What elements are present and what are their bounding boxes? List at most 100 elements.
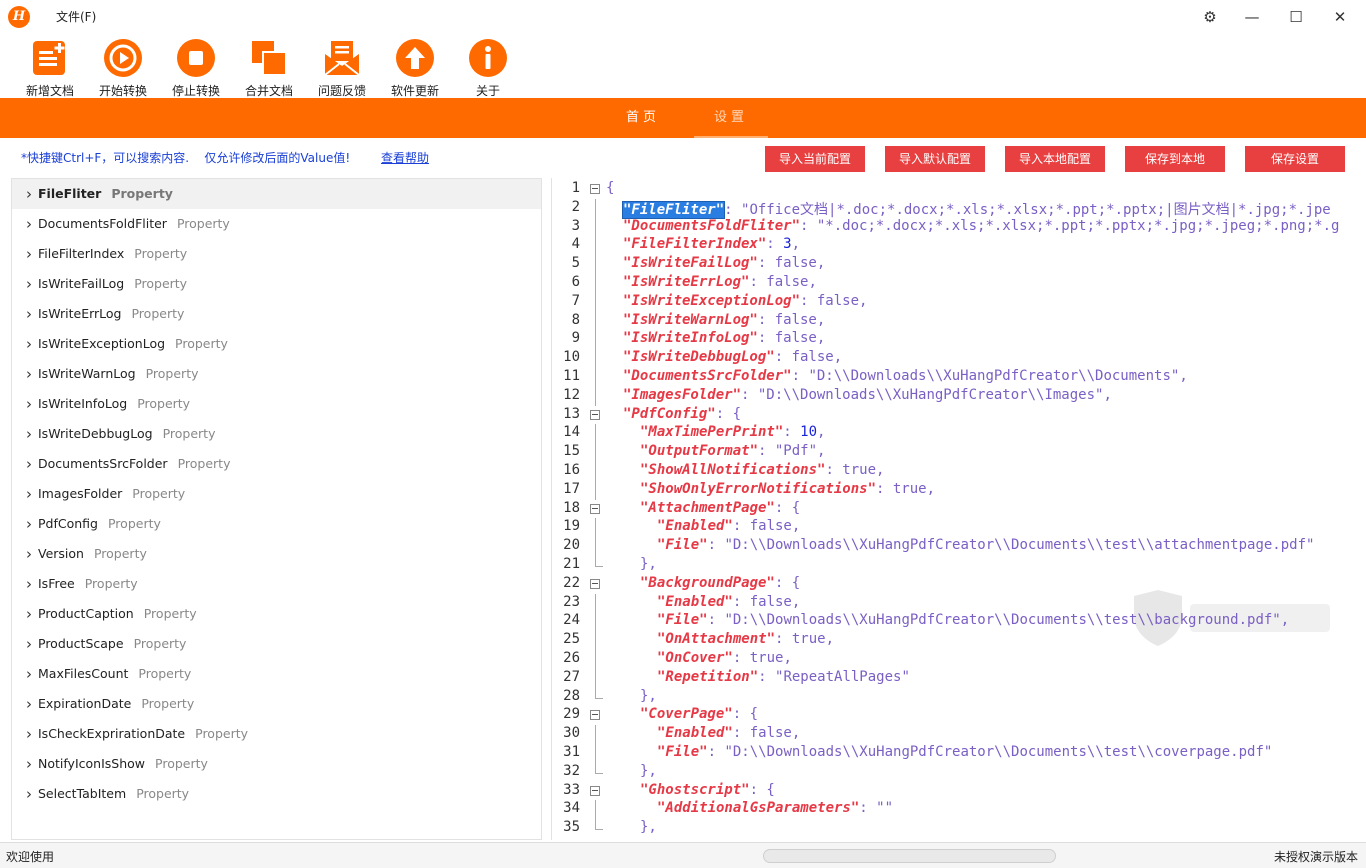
property-row[interactable]: › DocumentsFoldFliter Property [12,209,541,239]
feedback-button[interactable]: 问题反馈 [307,38,377,99]
chevron-right-icon[interactable]: › [26,719,32,749]
fold-toggle-icon[interactable] [590,184,600,194]
property-row[interactable]: › ProductCaption Property [12,599,541,629]
property-row[interactable]: › Version Property [12,539,541,569]
chevron-right-icon[interactable]: › [26,179,32,209]
play-icon [103,38,143,78]
chevron-right-icon[interactable]: › [26,509,32,539]
software-update-label: 软件更新 [390,84,439,98]
menu-file[interactable]: 文件(F) [56,8,96,25]
json-value: true [892,480,927,497]
fold-toggle-icon[interactable] [590,503,600,514]
about-button[interactable]: 关于 [453,38,523,99]
property-row[interactable]: › IsWriteDebbugLog Property [12,419,541,449]
property-row[interactable]: › IsWriteExceptionLog Property [12,329,541,359]
line-number: 21 [563,556,580,572]
json-value: true [749,650,784,666]
property-row[interactable]: › ImagesFolder Property [12,479,541,509]
chevron-right-icon[interactable]: › [26,299,32,329]
minimize-button[interactable]: — [1232,0,1272,34]
chevron-right-icon[interactable]: › [26,269,32,299]
import-current-config-button[interactable]: 导入当前配置 [765,146,865,172]
settings-gear-icon[interactable]: ⚙ [1190,0,1230,34]
property-row[interactable]: › ExpirationDate Property [12,689,541,719]
import-local-config-button[interactable]: 导入本地配置 [1005,146,1105,172]
json-key: "IsWriteFailLog" [623,255,758,272]
chevron-right-icon[interactable]: › [26,569,32,599]
save-to-local-button[interactable]: 保存到本地 [1125,146,1225,172]
code-line: "Enabled": false, [657,594,800,610]
start-convert-button[interactable]: 开始转换 [88,38,158,99]
maximize-button[interactable]: ☐ [1276,0,1316,34]
property-row[interactable]: › IsFree Property [12,569,541,599]
chevron-right-icon[interactable]: › [26,779,32,809]
chevron-right-icon[interactable]: › [26,479,32,509]
chevron-right-icon[interactable]: › [26,659,32,689]
chevron-right-icon[interactable]: › [26,689,32,719]
fold-toggle-icon[interactable] [590,710,600,721]
json-punct: : [758,668,776,685]
chevron-right-icon[interactable]: › [26,539,32,569]
tab-home[interactable]: 首页 [612,98,674,138]
chevron-right-icon[interactable]: › [26,209,32,239]
merge-documents-button[interactable]: 合并文档 [234,38,304,99]
line-number: 15 [563,443,580,460]
help-link[interactable]: 查看帮助 [381,149,429,166]
json-key: "CoverPage" [640,706,733,723]
property-label: IsWriteFailLog Property [38,269,187,299]
json-punct: : [876,480,893,497]
import-default-config-button[interactable]: 导入默认配置 [885,146,985,172]
chevron-right-icon[interactable]: › [26,599,32,629]
chevron-right-icon[interactable]: › [26,629,32,659]
fold-guide [595,462,596,481]
property-row[interactable]: › PdfConfig Property [12,509,541,539]
line-number: 5 [571,255,580,272]
property-type: Property [132,486,186,501]
chevron-right-icon[interactable]: › [26,359,32,389]
json-editor[interactable]: 1 {2 "FileFliter": "Office文档|*.doc;*.docx;… [551,178,1366,840]
property-row[interactable]: › MaxFilesCount Property [12,659,541,689]
software-update-button[interactable]: 软件更新 [380,38,450,99]
fold-guide [595,217,596,237]
property-row[interactable]: › DocumentsSrcFolder Property [12,449,541,479]
code-line: "Ghostscript": { [640,782,775,798]
chevron-right-icon[interactable]: › [26,389,32,419]
json-punct: : { [715,405,742,422]
fold-toggle-icon[interactable] [590,409,600,420]
chevron-right-icon[interactable]: › [26,239,32,269]
fold-toggle-icon[interactable] [590,578,600,589]
main-nav: 首页 设置 [0,98,1366,138]
json-key: "IsWriteWarnLog" [623,311,758,328]
tab-settings[interactable]: 设置 [694,98,768,138]
property-row[interactable]: › IsWriteInfoLog Property [12,389,541,419]
property-type: Property [136,786,190,801]
property-type: Property [133,636,187,651]
close-button[interactable]: ✕ [1320,0,1360,34]
property-row[interactable]: › ProductScape Property [12,629,541,659]
save-settings-button[interactable]: 保存设置 [1245,146,1345,172]
property-row[interactable]: › SelectTabItem Property [12,779,541,809]
new-document-button[interactable]: 新增文档 [15,38,85,99]
property-row[interactable]: › IsWriteWarnLog Property [12,359,541,389]
code-line: { [606,180,614,196]
chevron-right-icon[interactable]: › [26,329,32,359]
code-line: "BackgroundPage": { [640,575,800,591]
chevron-right-icon[interactable]: › [26,749,32,779]
line-number: 13 [563,405,580,422]
fold-toggle-icon[interactable] [590,785,600,796]
chevron-right-icon[interactable]: › [26,419,32,449]
chevron-right-icon[interactable]: › [26,449,32,479]
property-row[interactable]: › NotifyIconIsShow Property [12,749,541,779]
property-row[interactable]: › IsWriteErrLog Property [12,299,541,329]
property-row[interactable]: › FileFliter Property [12,179,541,209]
property-row[interactable]: › IsCheckExprirationDate Property [12,719,541,749]
json-key: "FileFliter" [621,200,726,219]
line-number: 11 [563,368,580,384]
code-line: "IsWriteErrLog": false, [623,274,817,290]
property-row[interactable]: › IsWriteFailLog Property [12,269,541,299]
fold-guide [595,198,596,218]
property-row[interactable]: › FileFilterIndex Property [12,239,541,269]
fold-guide [595,687,596,698]
stop-convert-button[interactable]: 停止转换 [161,38,231,99]
json-punct: : [774,349,792,366]
